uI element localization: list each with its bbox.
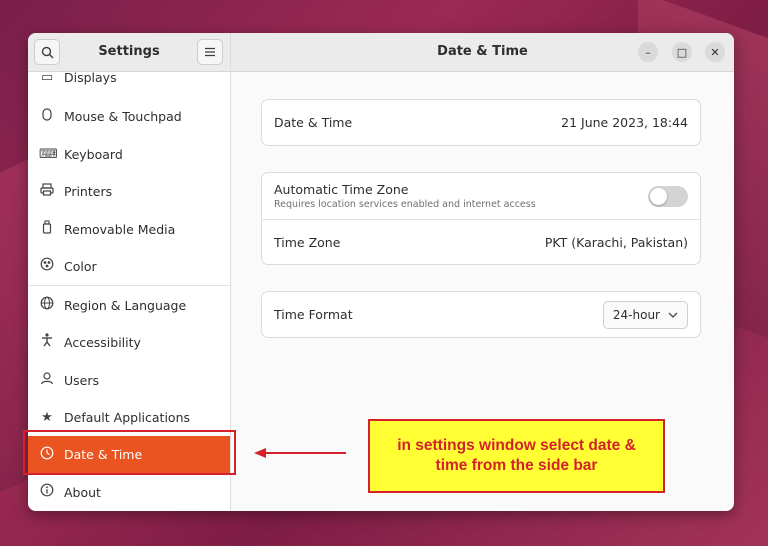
maximize-button[interactable]: □	[672, 42, 692, 62]
minimize-icon: –	[645, 45, 651, 59]
sidebar-item-label: Printers	[64, 183, 113, 199]
sidebar-item-label: Default Applications	[64, 409, 191, 425]
sidebar-item-displays[interactable]: ▭ Displays	[28, 62, 230, 92]
info-icon	[39, 483, 55, 501]
time-format-dropdown[interactable]: 24-hour	[602, 300, 688, 329]
search-icon	[41, 46, 53, 58]
sidebar-item-label: Mouse & Touchpad	[64, 108, 182, 124]
sidebar-item-label: Users	[64, 372, 100, 388]
sidebar-item-label: Color	[64, 258, 97, 274]
display-icon: ▭	[40, 69, 54, 85]
sidebar-item-color[interactable]: Color	[28, 248, 230, 284]
sidebar-item-removable-media[interactable]: Removable Media	[28, 211, 230, 247]
sidebar-item-accessibility[interactable]: Accessibility	[28, 324, 230, 360]
star-icon: ★	[41, 409, 53, 425]
hamburger-menu-icon	[205, 47, 215, 57]
timezone-label: Time Zone	[274, 235, 341, 250]
sidebar-item-label: Keyboard	[64, 146, 123, 162]
usb-drive-icon	[39, 220, 55, 238]
printer-icon	[39, 182, 55, 200]
page-title: Date & Time	[437, 44, 528, 59]
chevron-down-icon	[668, 312, 678, 318]
sidebar-item-region-language[interactable]: Region & Language	[28, 287, 230, 323]
automatic-timezone-row: Automatic Time Zone Requires location se…	[262, 173, 700, 219]
automatic-timezone-subtitle: Requires location services enabled and i…	[274, 199, 536, 210]
close-button[interactable]: ✕	[705, 42, 725, 62]
time-format-card: Time Format 24-hour	[261, 291, 701, 338]
sidebar-item-default-applications[interactable]: ★ Default Applications	[28, 399, 230, 435]
date-time-value: 21 June 2023, 18:44	[561, 115, 688, 130]
close-icon: ✕	[710, 45, 720, 59]
sidebar-item-label: About	[64, 484, 101, 500]
timezone-row[interactable]: Time Zone PKT (Karachi, Pakistan)	[262, 220, 700, 265]
date-time-row[interactable]: Date & Time 21 June 2023, 18:44	[262, 100, 700, 145]
sidebar-item-date-time[interactable]: Date & Time	[28, 436, 230, 473]
content-header: Date & Time – □ ✕	[231, 33, 734, 72]
sidebar-item-label: Accessibility	[64, 334, 141, 350]
sidebar-item-label: Displays	[64, 69, 117, 85]
time-format-row: Time Format 24-hour	[262, 292, 700, 337]
automatic-timezone-toggle[interactable]	[648, 185, 688, 207]
sidebar-title: Settings	[98, 44, 160, 59]
clock-icon	[39, 446, 55, 464]
sidebar-item-users[interactable]: Users	[28, 362, 230, 398]
annotation-text: in settings window select date & time fr…	[397, 437, 636, 474]
keyboard-icon: ⌨	[39, 146, 58, 162]
color-palette-icon	[39, 257, 55, 275]
sidebar-divider	[28, 285, 230, 286]
timezone-value: PKT (Karachi, Pakistan)	[544, 235, 688, 250]
accessibility-icon	[39, 333, 55, 351]
date-time-label: Date & Time	[274, 115, 353, 130]
sidebar-item-keyboard[interactable]: ⌨ Keyboard	[28, 136, 230, 172]
time-format-label: Time Format	[274, 307, 353, 322]
maximize-icon: □	[676, 45, 688, 59]
sidebar-item-mouse-touchpad[interactable]: Mouse & Touchpad	[28, 98, 230, 134]
automatic-timezone-label: Automatic Time Zone	[274, 182, 409, 197]
timezone-card: Automatic Time Zone Requires location se…	[261, 172, 701, 265]
sidebar-item-printers[interactable]: Printers	[28, 173, 230, 209]
sidebar-item-label: Region & Language	[64, 297, 187, 313]
sidebar-item-label: Removable Media	[64, 221, 176, 237]
users-icon	[39, 371, 55, 389]
sidebar-item-about[interactable]: About	[28, 474, 230, 510]
date-time-card: Date & Time 21 June 2023, 18:44	[261, 99, 701, 146]
time-format-value: 24-hour	[612, 307, 660, 322]
annotation-arrow	[254, 448, 346, 458]
toggle-knob	[650, 187, 667, 205]
sidebar-item-label: Date & Time	[64, 447, 143, 462]
sidebar: Settings ▭ Displays Mouse & Touchpad ⌨ K…	[28, 33, 231, 511]
annotation-note: in settings window select date & time fr…	[368, 419, 665, 493]
minimize-button[interactable]: –	[638, 42, 658, 62]
mouse-icon	[39, 107, 55, 125]
globe-icon	[39, 296, 55, 314]
